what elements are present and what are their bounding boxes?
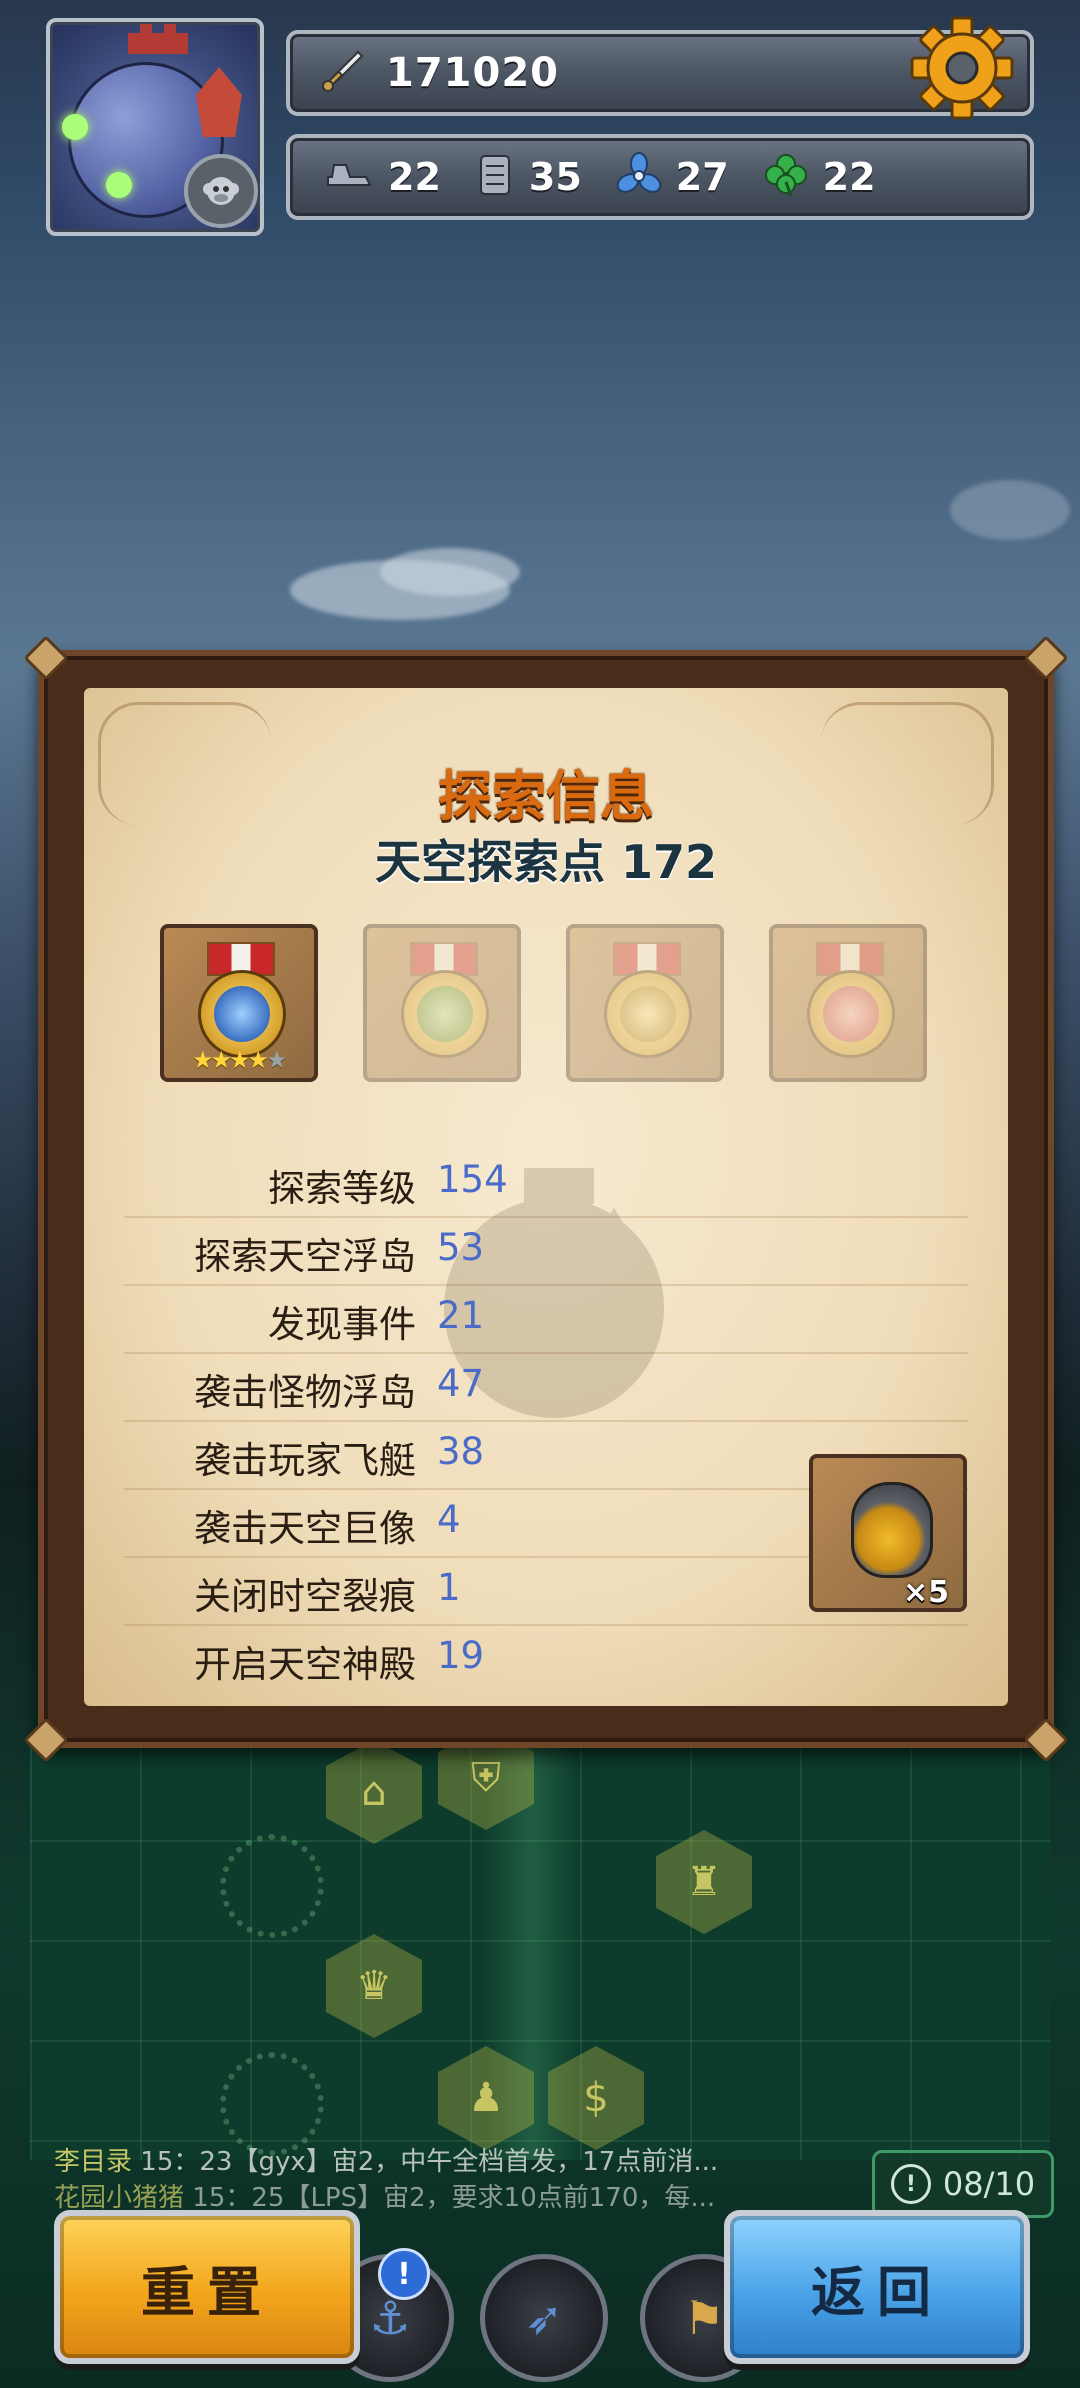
power-value: 171020 — [386, 50, 559, 96]
stat-label: 袭击天空巨像 — [194, 1507, 416, 1550]
parchment: 探索信息 天空探索点 172 ★★★★★ 探索等级 154 探索天空浮岛 53 … — [84, 688, 1008, 1706]
panel-corner-rivet — [23, 635, 69, 681]
stat-label: 袭击怪物浮岛 — [194, 1371, 416, 1414]
resource-value: 35 — [528, 155, 582, 199]
rocket-icon[interactable]: ➶ — [480, 2254, 608, 2382]
stat-label: 开启天空神殿 — [194, 1643, 416, 1686]
resource-value: 22 — [822, 155, 876, 199]
clover-icon — [763, 152, 809, 202]
stat-label: 发现事件 — [268, 1303, 416, 1346]
treasure-pot-icon — [851, 1482, 933, 1578]
stat-label: 袭击玩家飞艇 — [194, 1439, 416, 1482]
star-rating: ★★★★★ — [192, 1046, 288, 1074]
resource-item: 22 — [763, 152, 876, 202]
stat-value: 47 — [437, 1362, 485, 1405]
crown-decoration — [128, 24, 188, 54]
exploration-points: 天空探索点 172 — [374, 835, 718, 889]
stat-row: 开启天空神殿 19 — [84, 1634, 1008, 1694]
eye-light — [106, 172, 132, 198]
stat-value: 21 — [437, 1294, 485, 1337]
chat-feed[interactable]: 李目录 15：23【gyx】宙2，中午全档首发，17点前消... 花园小猪猪 1… — [54, 2144, 894, 2216]
rift-swirl-icon[interactable] — [220, 2052, 324, 2156]
eye-light — [62, 114, 88, 140]
medal-slot-green[interactable] — [363, 924, 521, 1082]
stat-value: 4 — [437, 1498, 461, 1541]
chat-sender: 花园小猪猪 — [54, 2183, 185, 2213]
cloud — [380, 548, 520, 596]
stat-label: 关闭时空裂痕 — [194, 1575, 416, 1618]
player-avatar[interactable] — [46, 18, 264, 236]
chat-text: 15：23【gyx】宙2，中午全档首发，17点前消... — [140, 2147, 719, 2177]
chat-sender: 李目录 — [54, 2147, 133, 2177]
stat-value: 38 — [437, 1430, 485, 1473]
sword-icon — [320, 48, 366, 98]
reset-button[interactable]: 重置 — [54, 2210, 360, 2364]
chat-text: 15：25【LPS】宙2，要求10点前170，每... — [192, 2183, 716, 2213]
blue-medal-icon — [198, 970, 286, 1058]
reward-slot[interactable]: ×5 — [809, 1454, 967, 1612]
propeller-icon — [616, 152, 662, 202]
stat-row: 袭击怪物浮岛 47 — [84, 1362, 1008, 1422]
pink-medal-icon — [807, 970, 895, 1058]
panel-corner-rivet — [1023, 635, 1069, 681]
armor-plate-icon — [475, 153, 515, 201]
resource-item: 27 — [616, 152, 729, 202]
attempts-counter[interactable]: ! 08/10 — [872, 2150, 1054, 2218]
medal-slot-gold[interactable] — [566, 924, 724, 1082]
green-medal-icon — [401, 970, 489, 1058]
resource-item: 35 — [475, 153, 582, 201]
alert-icon: ! — [890, 2164, 931, 2204]
medal-slot-pink[interactable] — [769, 924, 927, 1082]
medal-slot-blue[interactable]: ★★★★★ — [160, 924, 318, 1082]
stat-row: 探索天空浮岛 53 — [84, 1226, 1008, 1286]
stat-value: 154 — [437, 1158, 508, 1201]
stat-value: 1 — [437, 1566, 461, 1609]
resource-value: 27 — [675, 155, 729, 199]
monkey-badge-icon — [184, 154, 258, 228]
stat-value: 19 — [437, 1634, 485, 1677]
resource-item: 22 — [324, 155, 441, 199]
gold-medal-icon — [604, 970, 692, 1058]
chat-message: 李目录 15：23【gyx】宙2，中午全档首发，17点前消... — [54, 2144, 894, 2180]
resource-bar: 22 35 27 22 — [286, 134, 1034, 220]
exploration-info-panel: 探索信息 天空探索点 172 ★★★★★ 探索等级 154 探索天空浮岛 53 … — [23, 635, 1069, 1763]
panel-title: 探索信息 — [438, 765, 654, 828]
settings-gear-icon[interactable] — [908, 14, 1016, 122]
rift-swirl-icon[interactable] — [220, 1834, 324, 1938]
reward-quantity: ×5 — [902, 1575, 949, 1610]
tower-decoration — [196, 67, 242, 137]
stat-value: 53 — [437, 1226, 485, 1269]
stat-label: 探索天空浮岛 — [194, 1235, 416, 1278]
stat-row: 发现事件 21 — [84, 1294, 1008, 1354]
stat-label: 探索等级 — [268, 1167, 416, 1210]
ship-engine-icon — [324, 155, 374, 199]
back-button[interactable]: 返回 — [724, 2210, 1030, 2364]
attempts-value: 08/10 — [942, 2165, 1036, 2203]
resource-value: 22 — [388, 155, 441, 199]
notice-icon[interactable]: ! — [378, 2248, 430, 2300]
cloud — [950, 480, 1070, 540]
stat-row: 探索等级 154 — [84, 1158, 1008, 1218]
